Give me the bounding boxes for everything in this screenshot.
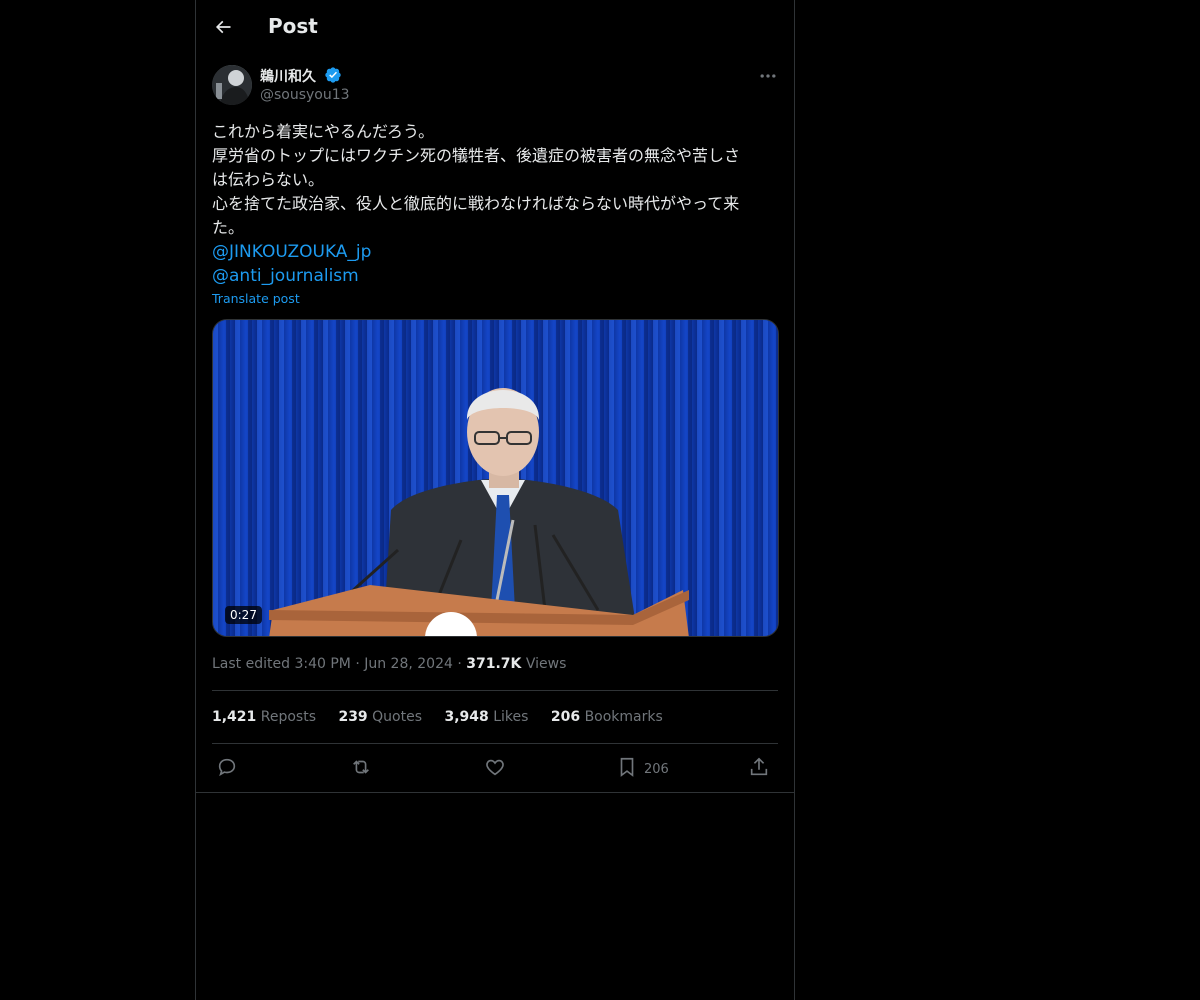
post-date[interactable]: Jun 28, 2024: [364, 656, 453, 672]
post-line: は伝わらない。: [212, 170, 325, 189]
translate-post-link[interactable]: Translate post: [212, 291, 300, 306]
verified-icon: [325, 67, 341, 83]
post-line: た。: [212, 218, 245, 237]
mention-link[interactable]: @JINKOUZOUKA_jp: [212, 240, 782, 264]
avatar[interactable]: [212, 65, 252, 105]
video-duration: 0:27: [225, 606, 262, 624]
reply-button[interactable]: [216, 756, 238, 782]
views-count: 371.7K: [466, 656, 522, 672]
post-column: Post 鵜川和久 @sousyou13 これから着実にやるんだろう。 厚労省の…: [195, 0, 795, 1000]
like-icon: [486, 759, 504, 776]
reposts-stat[interactable]: 1,421 Reposts: [212, 709, 316, 725]
share-icon: [750, 757, 768, 776]
avatar-image: [212, 65, 252, 105]
bookmark-button[interactable]: 206: [616, 756, 676, 782]
post-line: 厚労省のトップにはワクチン死の犠牲者、後遺症の被害者の無念や苦しさ: [212, 146, 741, 165]
more-icon: [760, 74, 776, 78]
engagement-stats: 1,421 Reposts 239 Quotes 3,948 Likes 206…: [212, 709, 681, 725]
post-meta: Last edited 3:40 PM · Jun 28, 2024 · 371…: [212, 656, 566, 672]
post-text: これから着実にやるんだろう。 厚労省のトップにはワクチン死の犠牲者、後遺症の被害…: [212, 120, 782, 288]
post-line: 心を捨てた政治家、役人と徹底的に戦わなければならない時代がやって来: [212, 194, 740, 213]
separator: ·: [355, 656, 360, 672]
back-button[interactable]: [210, 14, 236, 40]
like-button[interactable]: [484, 756, 506, 782]
top-bar: Post: [196, 0, 794, 54]
video-thumbnail: [213, 320, 778, 636]
bookmark-icon: [620, 757, 634, 777]
edited-timestamp[interactable]: Last edited 3:40 PM: [212, 656, 351, 672]
page-title: Post: [268, 14, 318, 38]
action-bar: 206: [212, 756, 778, 784]
author-handle[interactable]: @sousyou13: [260, 87, 350, 103]
mention-link[interactable]: @anti_journalism: [212, 264, 782, 288]
likes-stat[interactable]: 3,948 Likes: [444, 709, 528, 725]
video-player[interactable]: 0:27: [212, 319, 779, 637]
more-button[interactable]: [756, 64, 780, 86]
repost-icon: [353, 760, 369, 774]
author-name[interactable]: 鵜川和久: [260, 66, 316, 86]
repost-button[interactable]: [350, 756, 372, 782]
post-line: これから着実にやるんだろう。: [212, 122, 435, 141]
views-label: Views: [525, 656, 567, 672]
back-arrow-icon: [215, 20, 231, 34]
divider: [212, 690, 778, 691]
reply-icon: [218, 758, 236, 777]
divider: [196, 792, 794, 793]
bookmarks-stat[interactable]: 206 Bookmarks: [551, 709, 663, 725]
share-button[interactable]: [748, 756, 770, 782]
bookmark-count: 206: [644, 762, 669, 777]
quotes-stat[interactable]: 239 Quotes: [338, 709, 422, 725]
divider: [212, 743, 778, 744]
separator: ·: [457, 656, 462, 672]
